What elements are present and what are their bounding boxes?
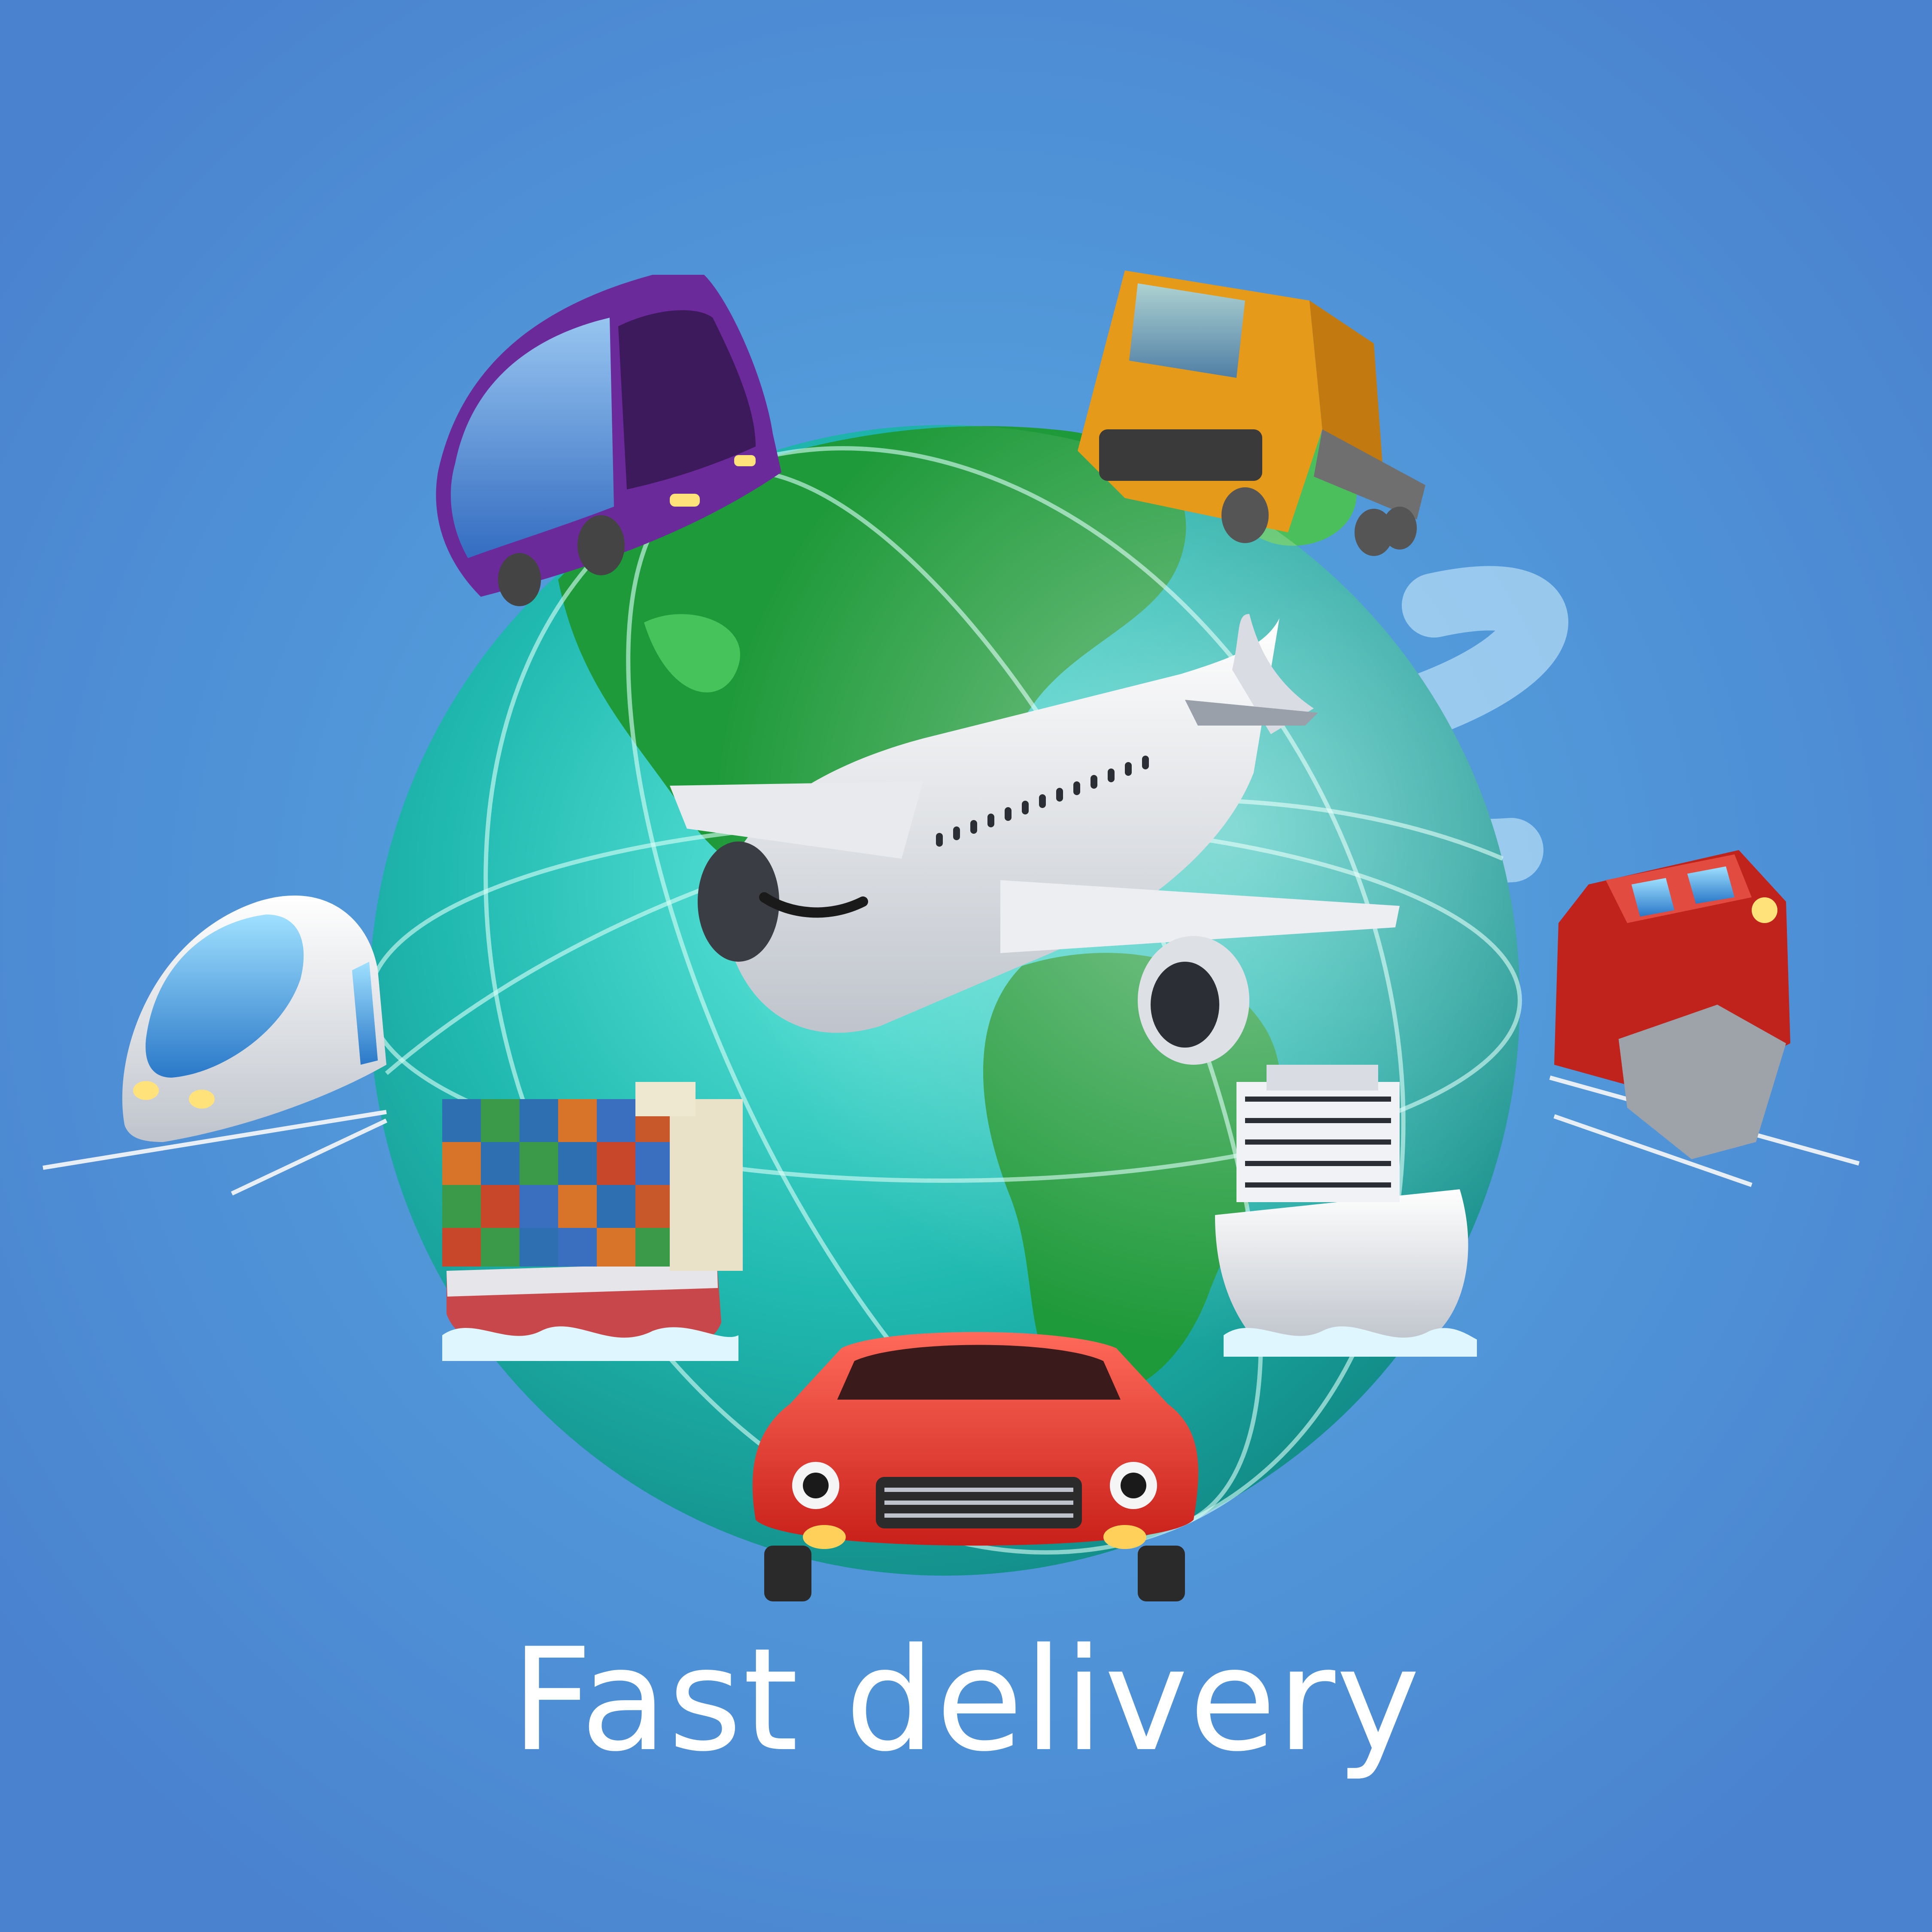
container-ship-icon — [442, 1082, 743, 1361]
headline: Fast delivery — [511, 1618, 1421, 1783]
fast-delivery-illustration: Fast delivery — [0, 0, 1932, 1932]
